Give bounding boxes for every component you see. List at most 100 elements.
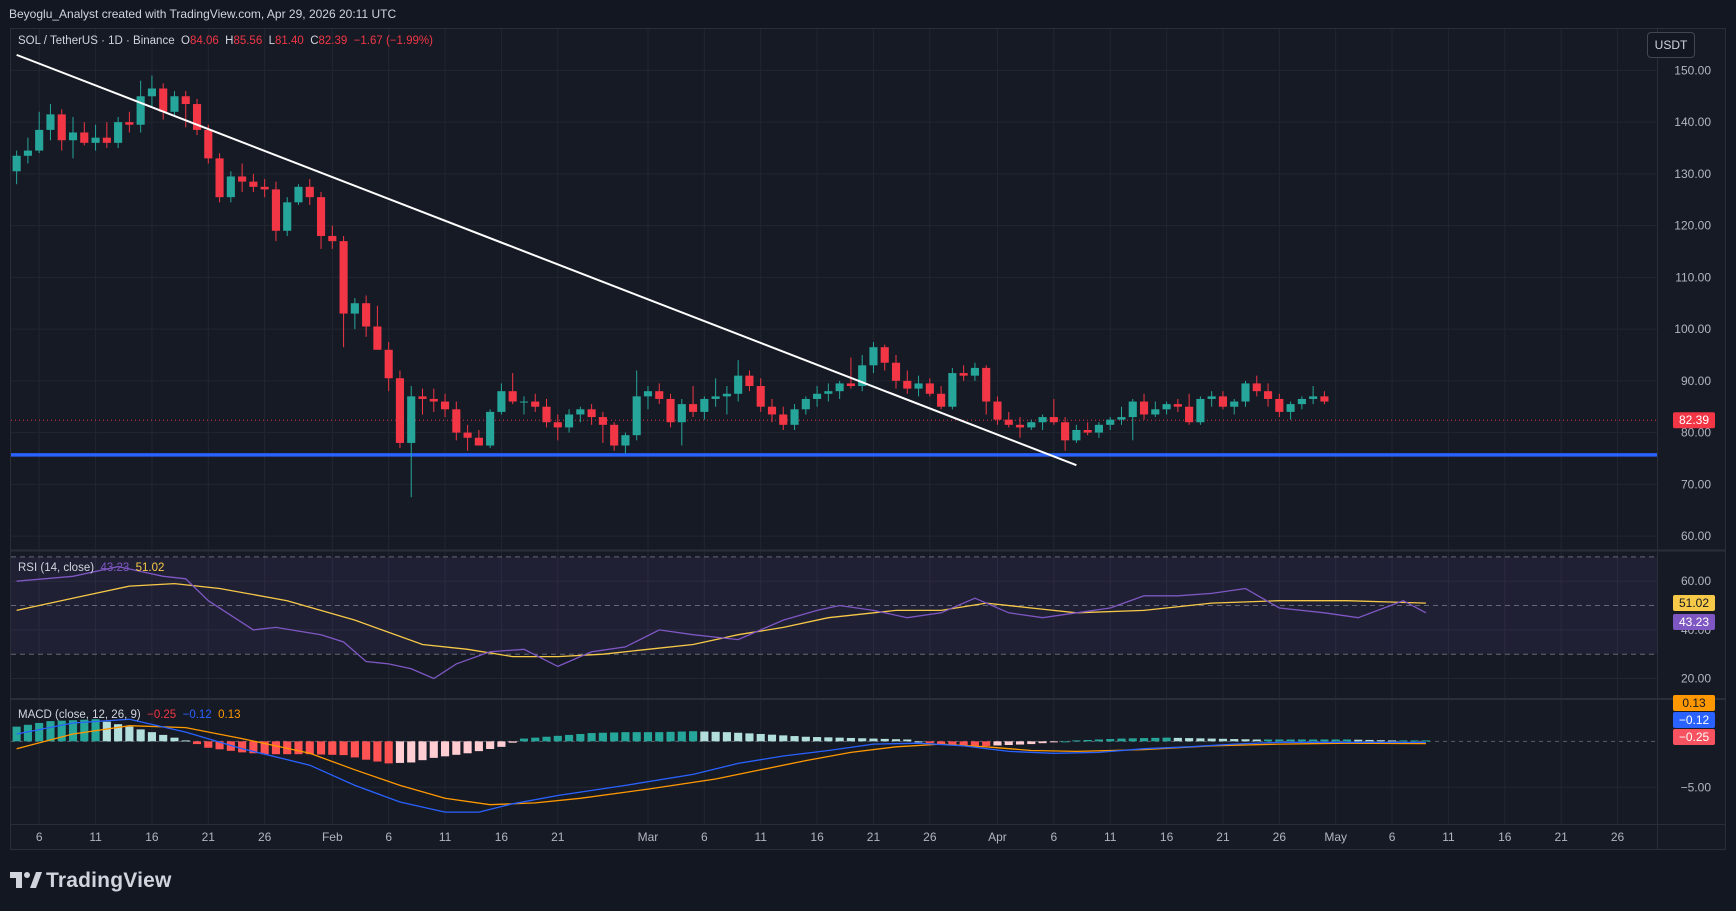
candle-body bbox=[339, 241, 348, 314]
macd-histogram-bar bbox=[1207, 738, 1216, 742]
candle-body bbox=[970, 367, 979, 376]
macd-histogram-bar bbox=[1388, 740, 1397, 742]
macd-histogram-bar bbox=[508, 741, 517, 743]
rsi-title[interactable]: RSI (14, close) bbox=[18, 562, 94, 574]
macd-histogram-bar bbox=[790, 736, 799, 742]
candle-body bbox=[1094, 424, 1103, 433]
candle-body bbox=[238, 176, 247, 182]
candle-body bbox=[1286, 404, 1295, 412]
candle-body bbox=[1049, 417, 1058, 423]
time-tick-label: 21 bbox=[1554, 830, 1568, 844]
candle-body bbox=[1263, 391, 1273, 399]
candle-body bbox=[395, 378, 405, 443]
chart-svg[interactable]: 150.00 140.00 130.00 120.00 110.00 100.00 90.0… bbox=[0, 0, 1736, 911]
candle-body bbox=[801, 398, 810, 410]
candle-body bbox=[779, 414, 788, 425]
open-value: 84.06 bbox=[189, 35, 219, 47]
macd-pane[interactable] bbox=[11, 718, 1657, 813]
tradingview-logo-icon bbox=[10, 872, 42, 888]
macd-histogram-bar bbox=[700, 731, 709, 742]
macd-histogram-bar bbox=[587, 733, 596, 742]
candle-body bbox=[1139, 401, 1149, 415]
macd-histogram-bar bbox=[655, 732, 664, 742]
macd-histogram-bar bbox=[1173, 737, 1182, 742]
macd-histogram-bar bbox=[429, 741, 438, 758]
macd-histogram-bar bbox=[170, 737, 179, 742]
price-axis[interactable]: 150.00 140.00 130.00 120.00 110.00 100.00 90.0… bbox=[1674, 63, 1711, 794]
macd-histogram-bar bbox=[1117, 738, 1126, 742]
candle-body bbox=[294, 186, 303, 203]
high-value: 85.56 bbox=[233, 35, 263, 47]
candle-body bbox=[1185, 406, 1194, 423]
candle-body bbox=[204, 129, 213, 159]
candle-body bbox=[57, 114, 66, 141]
time-tick-label: 16 bbox=[810, 830, 824, 844]
rsi-ma-value: 51.02 bbox=[135, 562, 165, 574]
macd-title[interactable]: MACD (close, 12, 26, 9) bbox=[18, 709, 141, 721]
time-tick-label: Mar bbox=[638, 830, 659, 844]
candle-body bbox=[1241, 383, 1250, 402]
candle-body bbox=[948, 373, 957, 407]
time-axis[interactable]: 6 11 16 21 26 Feb 6 11 16 21 Mar 6 11 16 21 26 Apr 6 11 16 2… bbox=[36, 830, 1625, 844]
time-tick-label: 6 bbox=[701, 830, 708, 844]
macd-legend[interactable]: MACD (close, 12, 26, 9) −0.25 −0.12 0.13 bbox=[18, 709, 241, 721]
candle-body bbox=[1297, 398, 1306, 405]
macd-histogram-bar bbox=[970, 741, 979, 746]
macd-histogram-bar bbox=[1106, 739, 1115, 742]
time-tick-label: 16 bbox=[495, 830, 509, 844]
candle-body bbox=[824, 391, 833, 394]
candle-body bbox=[497, 391, 506, 412]
rsi-legend[interactable]: RSI (14, close) 43.23 51.02 bbox=[18, 562, 164, 574]
symbol-legend[interactable]: SOL / TetherUS · 1D · Binance O84.06 H85… bbox=[18, 35, 433, 47]
macd-histogram-bar bbox=[531, 737, 540, 742]
candle-body bbox=[463, 432, 472, 438]
candle-body bbox=[869, 347, 878, 366]
macd-line-value: −0.12 bbox=[182, 709, 212, 721]
macd-histogram-bar bbox=[1421, 740, 1430, 742]
symbol-name[interactable]: SOL / TetherUS · 1D · Binance bbox=[18, 35, 175, 47]
macd-histogram-bar bbox=[734, 732, 743, 742]
macd-histogram-bar bbox=[1139, 738, 1149, 742]
macd-histogram-bar bbox=[1196, 738, 1205, 742]
macd-histogram-bar bbox=[982, 741, 991, 746]
macd-histogram-bar bbox=[542, 736, 551, 742]
candle-body bbox=[1320, 396, 1329, 402]
time-tick-label: 11 bbox=[1104, 830, 1117, 844]
macd-histogram-bar bbox=[1297, 739, 1306, 742]
macd-histogram-bar bbox=[925, 741, 934, 744]
macd-histogram-bar bbox=[474, 741, 483, 752]
time-tick-label: 21 bbox=[202, 830, 216, 844]
macd-histogram-bar bbox=[1241, 739, 1250, 742]
candle-body bbox=[1207, 396, 1216, 399]
rsi-tick-label: 60.00 bbox=[1681, 574, 1711, 588]
candle-body bbox=[813, 393, 822, 399]
candle-body bbox=[587, 409, 596, 418]
candle-body bbox=[1015, 424, 1025, 428]
macd-histogram-bar bbox=[395, 741, 405, 763]
candle-body bbox=[914, 383, 923, 389]
macd-histogram-bar bbox=[362, 741, 371, 760]
rsi-value: 43.23 bbox=[100, 562, 130, 574]
macd-histogram-bar bbox=[440, 741, 450, 757]
macd-histogram-bar bbox=[159, 734, 168, 742]
time-tick-label: 6 bbox=[1389, 830, 1396, 844]
macd-histogram-bar bbox=[181, 740, 190, 742]
macd-histogram-bar bbox=[328, 741, 337, 755]
candle-body bbox=[1196, 398, 1205, 423]
price-pane[interactable] bbox=[11, 53, 1658, 498]
candle-body bbox=[12, 155, 21, 172]
candle-body bbox=[114, 122, 123, 143]
price-tick-label: 120.00 bbox=[1674, 219, 1711, 233]
macd-histogram-bar bbox=[35, 722, 44, 742]
candle-body bbox=[1061, 422, 1070, 441]
candle-body bbox=[1083, 429, 1092, 433]
candle-body bbox=[1117, 417, 1126, 420]
macd-histogram-bar bbox=[610, 732, 619, 742]
macd-histogram-bar bbox=[1072, 740, 1081, 742]
macd-histogram-bar bbox=[1263, 739, 1273, 742]
candle-body bbox=[486, 411, 495, 446]
currency-button[interactable]: USDT bbox=[1647, 32, 1695, 58]
candle-body bbox=[1252, 383, 1261, 392]
macd-histogram-bar bbox=[339, 741, 348, 756]
macd-histogram-bar bbox=[1376, 740, 1385, 742]
